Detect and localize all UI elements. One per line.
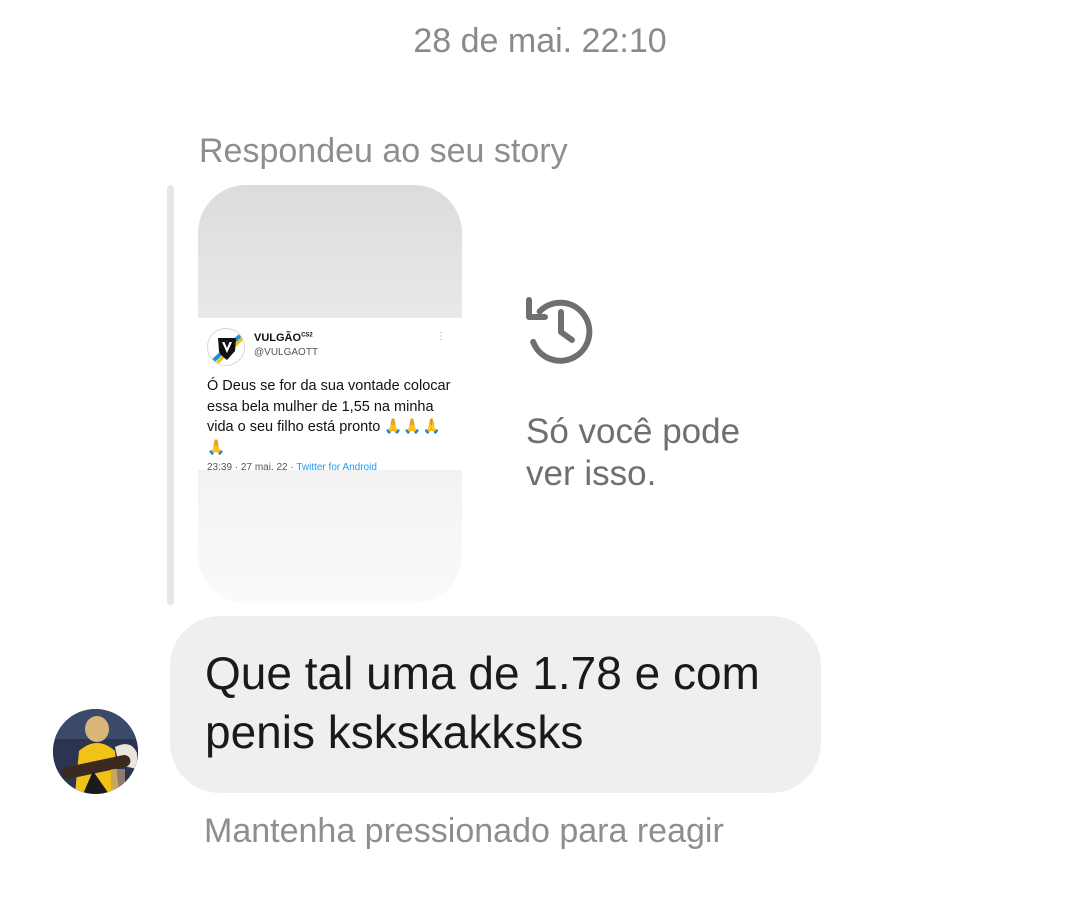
reply-quote-bar bbox=[167, 185, 174, 605]
tweet-header: VULGÃOCS2 @VULGAOTT ⋮ bbox=[207, 328, 452, 368]
tweet-display-name: VULGÃOCS2 bbox=[254, 332, 313, 344]
message-bubble[interactable]: Que tal uma de 1.78 e com penis kskskakk… bbox=[170, 616, 821, 793]
message-timestamp: 28 de mai. 22:10 bbox=[413, 22, 667, 60]
tweet-author: VULGÃOCS2 @VULGAOTT bbox=[254, 332, 318, 358]
story-expired-line-2: ver isso. bbox=[526, 454, 657, 493]
more-vertical-icon: ⋮ bbox=[436, 331, 446, 342]
history-icon bbox=[526, 297, 593, 364]
react-hint: Mantenha pressionado para reagir bbox=[204, 812, 724, 850]
story-expired-line-1: Só você pode bbox=[526, 412, 741, 451]
tweet-meta: 23:39 · 27 mai. 22 · Twitter for Android bbox=[207, 462, 377, 474]
message-text: Que tal uma de 1.78 e com penis kskskakk… bbox=[205, 644, 787, 762]
direct-message-thread: 28 de mai. 22:10 Respondeu ao seu story … bbox=[0, 0, 1080, 902]
story-expired-notice: Só você pode ver isso. bbox=[526, 411, 786, 495]
tweet-avatar bbox=[207, 328, 245, 366]
tweet-handle: @VULGAOTT bbox=[254, 347, 319, 358]
avatar[interactable] bbox=[53, 709, 138, 794]
message-line-2: penis kskskakksks bbox=[205, 706, 584, 758]
story-reply-label: Respondeu ao seu story bbox=[199, 132, 568, 170]
story-preview-card[interactable]: VULGÃOCS2 @VULGAOTT ⋮ Ó Deus se for da s… bbox=[198, 185, 462, 603]
tweet-screenshot: VULGÃOCS2 @VULGAOTT ⋮ Ó Deus se for da s… bbox=[198, 318, 462, 474]
message-line-1: Que tal uma de 1.78 e com bbox=[205, 647, 760, 699]
tweet-text: Ó Deus se for da sua vontade colocar ess… bbox=[207, 378, 451, 456]
